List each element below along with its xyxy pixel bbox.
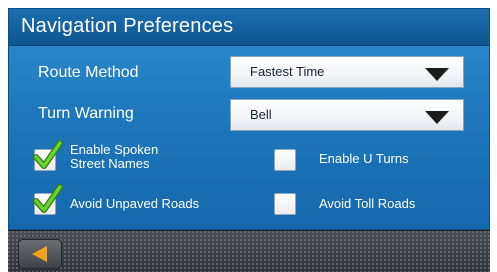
triangle-down-icon — [425, 111, 449, 124]
turn-warning-dropdown[interactable]: Bell — [230, 99, 464, 131]
route-method-value: Fastest Time — [250, 64, 325, 79]
avoid-unpaved-roads-checkbox[interactable] — [33, 184, 63, 215]
navigation-preferences-screen: Navigation Preferences Route Method Fast… — [0, 0, 497, 272]
turn-warning-value: Bell — [250, 107, 272, 122]
avoid-toll-roads-label: Avoid Toll Roads — [319, 196, 416, 211]
page-title: Navigation Preferences — [21, 15, 234, 37]
checkmark-icon — [33, 184, 63, 213]
back-arrow-icon — [32, 246, 47, 262]
checkmark-icon — [33, 140, 63, 169]
header-bar: Navigation Preferences — [9, 9, 489, 46]
turn-warning-label: Turn Warning — [38, 105, 134, 122]
back-button[interactable] — [18, 239, 62, 269]
footer-bar — [8, 230, 490, 272]
enable-spoken-street-names-checkbox[interactable] — [33, 140, 63, 171]
enable-u-turns-label: Enable U Turns — [319, 151, 409, 166]
enable-spoken-street-names-label: Enable Spoken Street Names — [70, 142, 159, 171]
route-method-label: Route Method — [38, 64, 139, 81]
avoid-unpaved-roads-label: Avoid Unpaved Roads — [70, 196, 200, 211]
enable-u-turns-checkbox[interactable] — [274, 149, 296, 171]
preferences-panel: Navigation Preferences Route Method Fast… — [8, 8, 490, 230]
route-method-dropdown[interactable]: Fastest Time — [230, 56, 464, 88]
avoid-toll-roads-checkbox[interactable] — [274, 193, 296, 215]
triangle-down-icon — [425, 68, 449, 81]
